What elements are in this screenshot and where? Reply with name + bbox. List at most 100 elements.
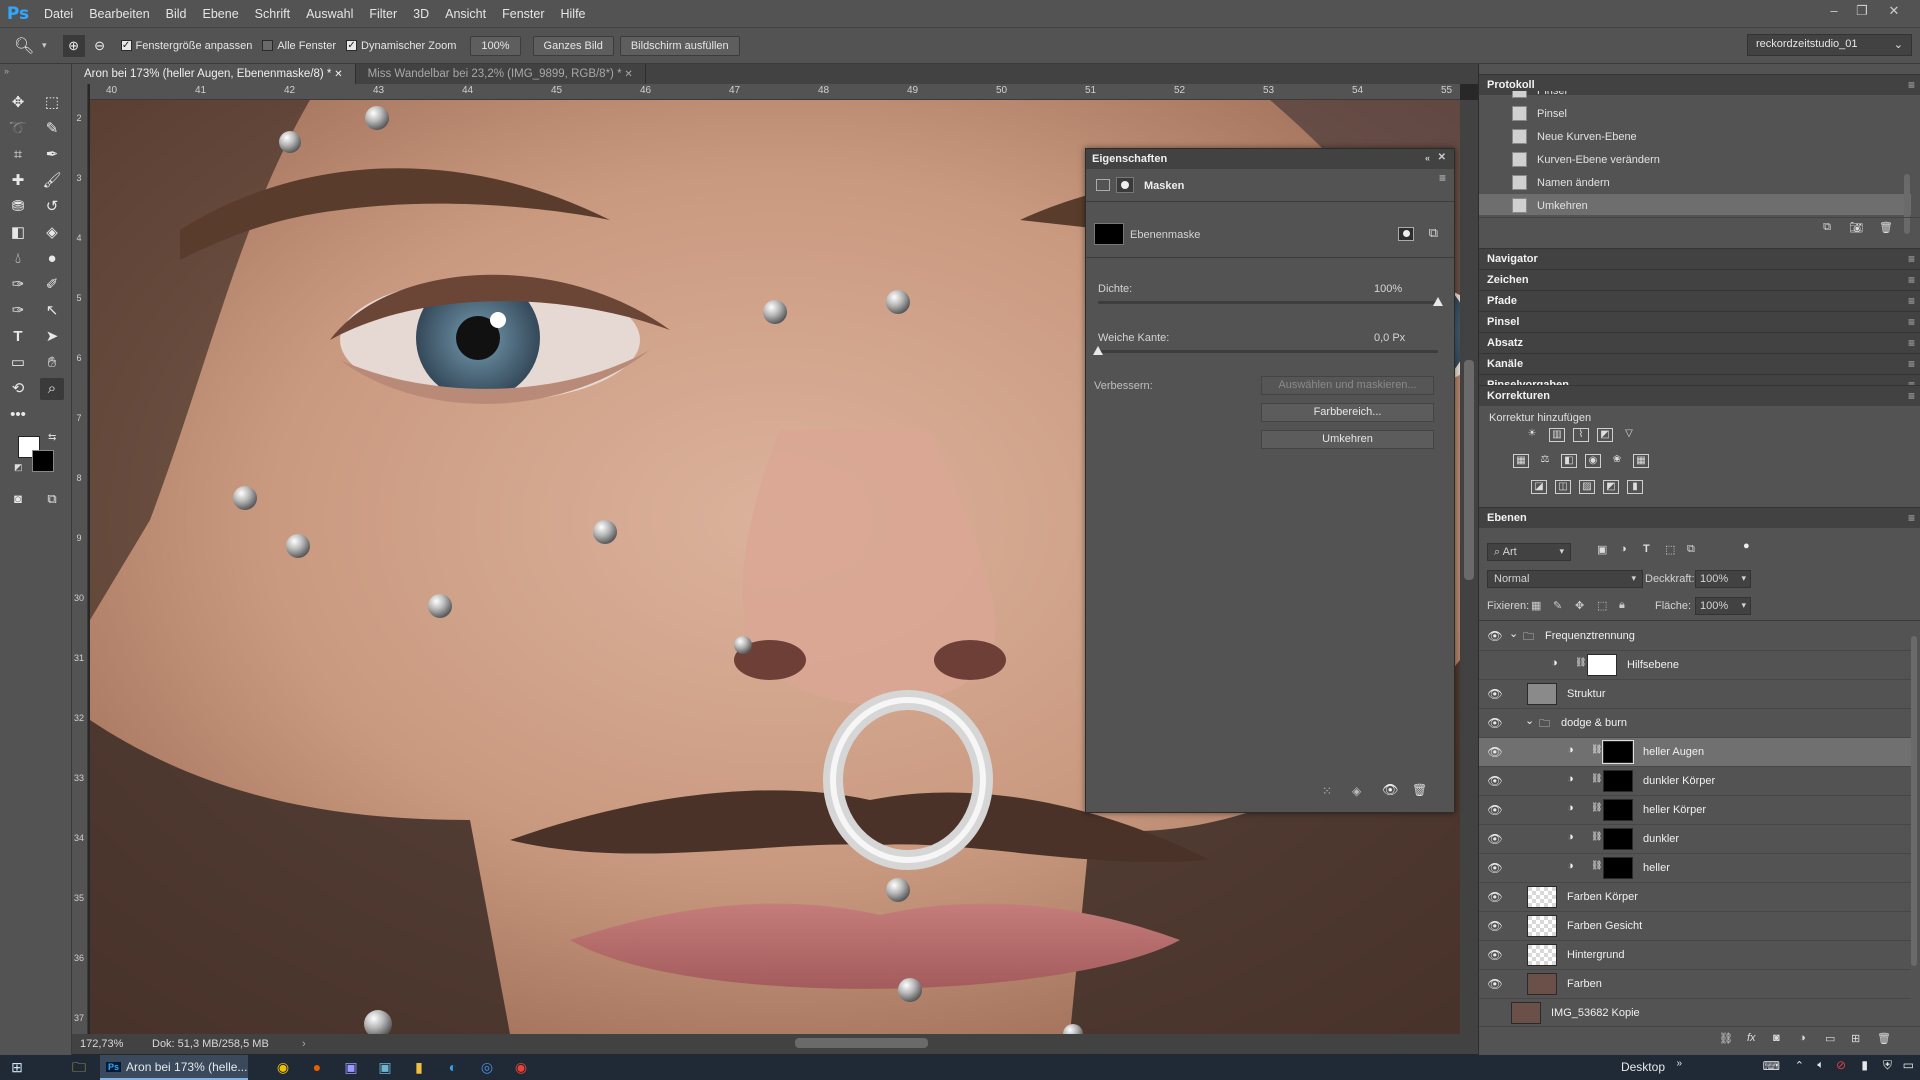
status-menu-icon[interactable]: › <box>302 1038 306 1050</box>
visibility-eye-icon[interactable]: 👁︎ <box>1487 686 1503 702</box>
delete-state-icon[interactable]: 🗑︎ <box>1879 221 1893 234</box>
layer-name[interactable]: Farben Gesicht <box>1567 920 1642 932</box>
default-colors-icon[interactable]: ◩ <box>14 462 23 473</box>
layer-mask-thumbnail[interactable] <box>1603 857 1633 879</box>
history-state[interactable]: Namen ändern <box>1479 171 1911 194</box>
density-slider-knob[interactable] <box>1433 297 1443 306</box>
layer-row[interactable]: 👁︎ ⌄ 🗀︎ dodge & burn <box>1479 709 1911 738</box>
history-brush-tool-icon[interactable]: ↺ <box>40 196 64 218</box>
gradient-map-icon[interactable]: ▮ <box>1627 480 1643 494</box>
layer-style-icon[interactable]: fx <box>1747 1032 1756 1044</box>
selective-color-icon[interactable]: ◩ <box>1603 480 1619 494</box>
levels-icon[interactable]: ▥ <box>1549 428 1565 442</box>
collapse-toolbar-icon[interactable]: » <box>4 66 9 76</box>
layer-name[interactable]: dunkler Körper <box>1643 775 1715 787</box>
photo-filter-icon[interactable]: ◉ <box>1585 454 1601 468</box>
layer-name[interactable]: Farben Körper <box>1567 891 1638 903</box>
folder-icon[interactable]: ▮ <box>402 1055 436 1080</box>
filter-type-icon[interactable]: T <box>1643 543 1650 555</box>
group-expand-icon[interactable]: ⌄ <box>1525 714 1534 727</box>
layer-thumbnail[interactable] <box>1527 886 1557 908</box>
brightness-icon[interactable]: ☀ <box>1524 428 1540 442</box>
vertical-scroll-thumb[interactable] <box>1464 360 1474 580</box>
restore-icon[interactable]: ❐ <box>1848 0 1876 27</box>
panel-header[interactable]: Zeichen ≡ <box>1479 269 1920 290</box>
panel-header[interactable]: Absatz ≡ <box>1479 332 1920 353</box>
layer-name[interactable]: Struktur <box>1567 688 1606 700</box>
tray-app-icon[interactable]: ⊘ <box>1836 1058 1846 1072</box>
panel-header[interactable]: Pinsel ≡ <box>1479 311 1920 332</box>
adjustments-panel-header[interactable]: Korrekturen ≡ <box>1479 385 1920 406</box>
black-white-icon[interactable]: ◧ <box>1561 454 1577 468</box>
firefox-icon[interactable]: ● <box>300 1055 334 1080</box>
rectangle-tool-icon[interactable]: ▭ <box>6 352 30 374</box>
quick-select-tool-icon[interactable]: ✎ <box>40 118 64 140</box>
minimize-icon[interactable]: – <box>1820 0 1848 27</box>
blur-tool-icon[interactable]: 💧︎ <box>6 248 30 270</box>
threshold-icon[interactable]: ▨ <box>1579 480 1595 494</box>
zoom-out-icon[interactable]: ⊖ <box>89 35 111 57</box>
adjustment-properties-icon[interactable] <box>1096 179 1110 191</box>
dodge-tool-icon[interactable]: ● <box>40 248 64 270</box>
app-icon-2[interactable]: ◐ <box>436 1055 470 1080</box>
pixel-mask-icon[interactable] <box>1398 227 1414 241</box>
zoom-in-icon[interactable]: ⊕ <box>62 34 85 57</box>
density-value[interactable]: 100% <box>1374 283 1402 295</box>
menu-item[interactable]: Bearbeiten <box>81 7 157 21</box>
layer-row[interactable]: ◑ ⛓ Hilfsebene <box>1479 651 1911 680</box>
workspace-select[interactable]: reckordzeitstudio_01 ⌄ <box>1747 34 1912 56</box>
layer-row[interactable]: 👁︎ ⌄ 🗀︎ Frequenztrennung <box>1479 622 1911 651</box>
layer-mask-thumbnail[interactable] <box>1587 654 1617 676</box>
mask-link-icon[interactable]: ⛓ <box>1591 802 1602 813</box>
lightroom-icon[interactable]: ▣ <box>368 1055 402 1080</box>
visibility-eye-icon[interactable]: 👁︎ <box>1487 947 1503 963</box>
preset-dropdown-icon[interactable]: ▾ <box>42 40 47 51</box>
filter-pixel-icon[interactable]: ▣ <box>1597 543 1607 556</box>
menu-item[interactable]: Bild <box>158 7 195 21</box>
document-tab[interactable]: Miss Wandelbar bei 23,2% (IMG_9899, RGB/… <box>356 64 646 84</box>
panel-menu-icon[interactable]: ≡ <box>1908 312 1915 333</box>
mask-thumbnail[interactable] <box>1094 223 1124 245</box>
app-icon-1[interactable]: ◉ <box>266 1055 300 1080</box>
network-icon[interactable]: ▮ <box>1861 1058 1868 1072</box>
fit-window-checkbox[interactable]: ✓ Fenstergröße anpassen <box>120 40 252 52</box>
zoom-100-button[interactable]: 100% <box>470 35 521 56</box>
color-lookup-icon[interactable]: ▦ <box>1633 454 1649 468</box>
windows-start-icon[interactable]: ⊞ <box>0 1055 34 1080</box>
lock-image-icon[interactable]: ✎ <box>1553 599 1562 612</box>
color-range-button[interactable]: Farbbereich... <box>1261 403 1434 422</box>
filter-shape-icon[interactable]: ⬚ <box>1665 543 1675 556</box>
more-tools-icon[interactable]: ••• <box>6 404 30 426</box>
layer-row[interactable]: 👁︎ ◑ ⛓ dunkler Körper <box>1479 767 1911 796</box>
chrome-icon[interactable]: ◉ <box>504 1055 538 1080</box>
layer-name[interactable]: Hintergrund <box>1567 949 1624 961</box>
exposure-icon[interactable]: ◩ <box>1597 428 1613 442</box>
layer-name[interactable]: IMG_53682 Kopie <box>1551 1007 1640 1019</box>
close-window-icon[interactable]: ✕ <box>1880 0 1908 27</box>
layers-scroll-thumb[interactable] <box>1911 636 1917 966</box>
layer-thumbnail[interactable] <box>1527 915 1557 937</box>
layer-filter-select[interactable]: ⌕ Art ▾ <box>1487 543 1571 561</box>
layer-mask-thumbnail[interactable] <box>1603 770 1633 792</box>
link-layers-icon[interactable]: ⛓ <box>1719 1032 1733 1045</box>
feather-value[interactable]: 0,0 Px <box>1374 332 1405 344</box>
all-windows-checkbox[interactable]: Alle Fenster <box>262 40 336 52</box>
filter-toggle-icon[interactable]: ● <box>1743 540 1750 552</box>
vector-mask-icon[interactable]: ⧉ <box>1429 225 1438 241</box>
layer-thumbnail[interactable] <box>1527 683 1557 705</box>
layer-mask-thumbnail[interactable] <box>1603 799 1633 821</box>
move-tool-icon[interactable]: ✥ <box>6 92 30 114</box>
visibility-eye-icon[interactable]: 👁︎ <box>1487 715 1503 731</box>
history-state[interactable]: Kurven-Ebene verändern <box>1479 148 1911 171</box>
path-select-tool-icon[interactable]: ↖ <box>40 300 64 322</box>
layer-row[interactable]: 👁︎ ◑ ⛓ heller <box>1479 854 1911 883</box>
document-tab[interactable]: Aron bei 173% (heller Augen, Ebenenmaske… <box>72 64 356 84</box>
vertical-scrollbar[interactable] <box>1460 100 1478 1034</box>
menu-item[interactable]: Ebene <box>195 7 247 21</box>
opacity-input[interactable]: 100% ▾ <box>1695 570 1751 588</box>
history-state[interactable]: Umkehren <box>1479 194 1911 215</box>
density-slider[interactable] <box>1098 301 1438 304</box>
layer-row[interactable]: 👁︎ ◑ ⛓ heller Augen <box>1479 738 1911 767</box>
curves-icon[interactable]: ⌇ <box>1573 428 1589 442</box>
zoom-tool-preset-icon[interactable]: 🔍︎ <box>14 36 42 56</box>
